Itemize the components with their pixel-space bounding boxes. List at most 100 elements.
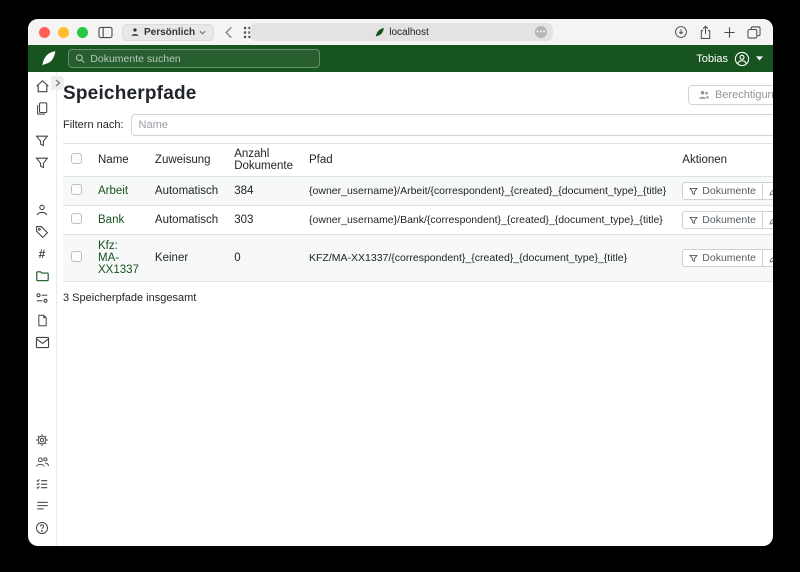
filter-documents-button[interactable]: Dokumente: [682, 249, 763, 267]
storage-path-name-link[interactable]: Arbeit: [98, 185, 128, 197]
username: Tobias: [696, 53, 728, 65]
tab-overview-icon[interactable]: [747, 26, 761, 39]
funnel-icon: [689, 187, 698, 196]
sidebar-item-home[interactable]: [34, 78, 50, 94]
sidebar-item-tasks[interactable]: [34, 476, 50, 492]
browser-profile-switcher[interactable]: Persönlich: [122, 24, 214, 41]
select-all-checkbox[interactable]: [71, 153, 82, 164]
column-header-actions: Aktionen: [674, 144, 773, 177]
document-count-value: 0: [226, 235, 301, 282]
browser-titlebar: Persönlich localhost •••: [28, 19, 773, 45]
paperless-feather-icon: [374, 27, 385, 38]
sidebar-item-logs[interactable]: [34, 498, 50, 514]
global-search: [68, 49, 320, 68]
address-options-icon[interactable]: •••: [535, 26, 547, 38]
header-buttons: Berechtigungen Erstellen: [688, 85, 773, 105]
storage-path-name-link[interactable]: Bank: [98, 214, 124, 226]
users-icon: [698, 89, 710, 101]
filter-documents-button[interactable]: Dokumente: [682, 182, 763, 200]
new-tab-icon[interactable]: [723, 26, 736, 39]
funnel-icon: [689, 216, 698, 225]
browser-window: Persönlich localhost ••• Tobias: [28, 19, 773, 546]
name-filter-input[interactable]: [131, 114, 773, 136]
page-title: Speicherpfade: [63, 83, 197, 105]
filter-label: Filtern nach:: [63, 119, 124, 131]
traffic-lights: [39, 27, 88, 38]
browser-profile-label: Persönlich: [144, 27, 195, 38]
chevron-right-icon: [55, 79, 61, 87]
search-input[interactable]: [90, 53, 313, 65]
zoom-window-button[interactable]: [77, 27, 88, 38]
browser-sidebar-icon[interactable]: [98, 26, 113, 39]
sidebar-item-saved-view[interactable]: [34, 133, 50, 149]
share-icon[interactable]: [699, 25, 712, 40]
sidebar-item-mail[interactable]: [34, 334, 50, 350]
paperless-logo-icon: [40, 50, 57, 67]
sidebar-item-documentation[interactable]: [34, 520, 50, 536]
sidebar-item-correspondents[interactable]: [34, 202, 50, 218]
funnel-icon: [689, 254, 698, 263]
page-header: Speicherpfade Berechtigungen Erstellen: [63, 83, 773, 105]
table-row: Arbeit Automatisch 384 {owner_username}/…: [63, 177, 773, 206]
browser-address-bar[interactable]: localhost •••: [250, 23, 553, 41]
sidebar-item-saved-view[interactable]: [34, 155, 50, 171]
storage-paths-table: Name Zuweisung Anzahl Dokumente Pfad Akt…: [63, 143, 773, 282]
column-header-matching[interactable]: Zuweisung: [147, 144, 226, 177]
table-row: Bank Automatisch 303 {owner_username}/Ba…: [63, 206, 773, 235]
browser-back-icon[interactable]: [224, 26, 233, 39]
search-icon: [75, 53, 85, 64]
document-count-value: 384: [226, 177, 301, 206]
permissions-button[interactable]: Berechtigungen: [688, 85, 773, 105]
column-header-document-count[interactable]: Anzahl Dokumente: [226, 144, 301, 177]
person-icon: [130, 27, 140, 37]
sidebar-item-workflows[interactable]: [34, 312, 50, 328]
person-circle-icon: [734, 51, 750, 67]
close-window-button[interactable]: [39, 27, 50, 38]
path-value: KFZ/MA-XX1337/{correspondent}_{created}_…: [301, 235, 674, 282]
sidebar-item-tags[interactable]: [34, 224, 50, 240]
row-checkbox[interactable]: [71, 184, 82, 195]
main-content: Speicherpfade Berechtigungen Erstellen F…: [57, 72, 773, 546]
filter-bar: Filtern nach: « 1 »: [63, 114, 773, 136]
browser-toolbar-right: [674, 19, 761, 45]
sidebar: #: [28, 72, 57, 546]
minimize-window-button[interactable]: [58, 27, 69, 38]
sidebar-item-storage-paths[interactable]: [34, 268, 50, 284]
sidebar-item-users-groups[interactable]: [34, 454, 50, 470]
filter-documents-button[interactable]: Dokumente: [682, 211, 763, 229]
column-header-name[interactable]: Name: [90, 144, 147, 177]
table-row: Kfz: MA-XX1337 Keiner 0 KFZ/MA-XX1337/{c…: [63, 235, 773, 282]
matching-value: Keiner: [147, 235, 226, 282]
path-value: {owner_username}/Arbeit/{correspondent}_…: [301, 177, 674, 206]
storage-path-name-link[interactable]: Kfz: MA-XX1337: [98, 240, 139, 276]
column-header-path: Pfad: [301, 144, 674, 177]
pencil-icon: [769, 187, 773, 196]
caret-down-icon: [756, 56, 763, 61]
document-count-value: 303: [226, 206, 301, 235]
edit-button[interactable]: Bearbeiten: [762, 211, 773, 229]
sidebar-expand-button[interactable]: [51, 76, 64, 90]
downloads-icon[interactable]: [674, 25, 688, 39]
app-navbar: Tobias: [28, 45, 773, 72]
row-actions: Dokumente Bearbeiten Löschen: [682, 249, 773, 267]
edit-button[interactable]: Bearbeiten: [762, 249, 773, 267]
user-menu[interactable]: Tobias: [696, 45, 763, 72]
sidebar-item-settings[interactable]: [34, 432, 50, 448]
row-checkbox[interactable]: [71, 251, 82, 262]
sidebar-item-document-types[interactable]: #: [34, 246, 50, 262]
total-count-text: 3 Speicherpfade insgesamt: [63, 292, 773, 304]
row-actions: Dokumente Bearbeiten Löschen: [682, 182, 773, 200]
edit-button[interactable]: Bearbeiten: [762, 182, 773, 200]
matching-value: Automatisch: [147, 177, 226, 206]
chevron-down-icon: [199, 30, 206, 35]
url-text: localhost: [389, 27, 428, 38]
row-checkbox[interactable]: [71, 213, 82, 224]
pencil-icon: [769, 254, 773, 263]
app-body: # Speicherpfade Berechtigungen: [28, 72, 773, 546]
sidebar-item-documents[interactable]: [34, 100, 50, 116]
pencil-icon: [769, 216, 773, 225]
matching-value: Automatisch: [147, 206, 226, 235]
table-header-row: Name Zuweisung Anzahl Dokumente Pfad Akt…: [63, 144, 773, 177]
sidebar-item-custom-fields[interactable]: [34, 290, 50, 306]
path-value: {owner_username}/Bank/{correspondent}_{c…: [301, 206, 674, 235]
